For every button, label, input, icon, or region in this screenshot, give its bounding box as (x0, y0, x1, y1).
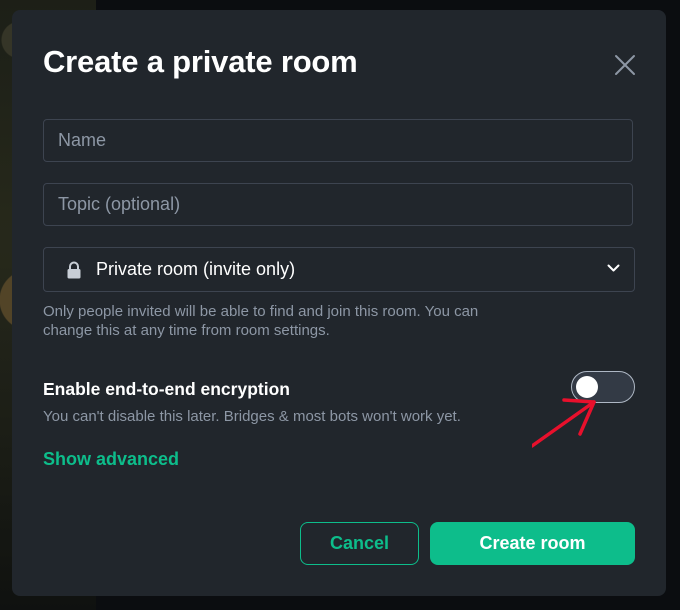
close-button[interactable] (612, 52, 638, 78)
create-room-dialog: Create a private room Private room (invi… (12, 10, 666, 596)
annotation-arrow-icon (532, 398, 596, 448)
visibility-selected-label: Private room (invite only) (96, 259, 296, 279)
dialog-title: Create a private room (43, 44, 358, 79)
encryption-label: Enable end-to-end encryption (43, 379, 290, 399)
show-advanced-link[interactable]: Show advanced (43, 449, 179, 470)
visibility-helper-text: Only people invited will be able to find… (43, 303, 479, 339)
cancel-button[interactable]: Cancel (300, 522, 419, 565)
room-visibility-select[interactable]: Private room (invite only) (43, 247, 635, 292)
encryption-description: You can't disable this later. Bridges & … (43, 408, 461, 425)
create-room-button[interactable]: Create room (430, 522, 635, 565)
lock-icon (67, 261, 81, 278)
room-name-input[interactable] (43, 119, 633, 162)
chevron-down-icon (607, 264, 620, 272)
room-topic-input[interactable] (43, 183, 633, 226)
close-icon (615, 55, 635, 75)
